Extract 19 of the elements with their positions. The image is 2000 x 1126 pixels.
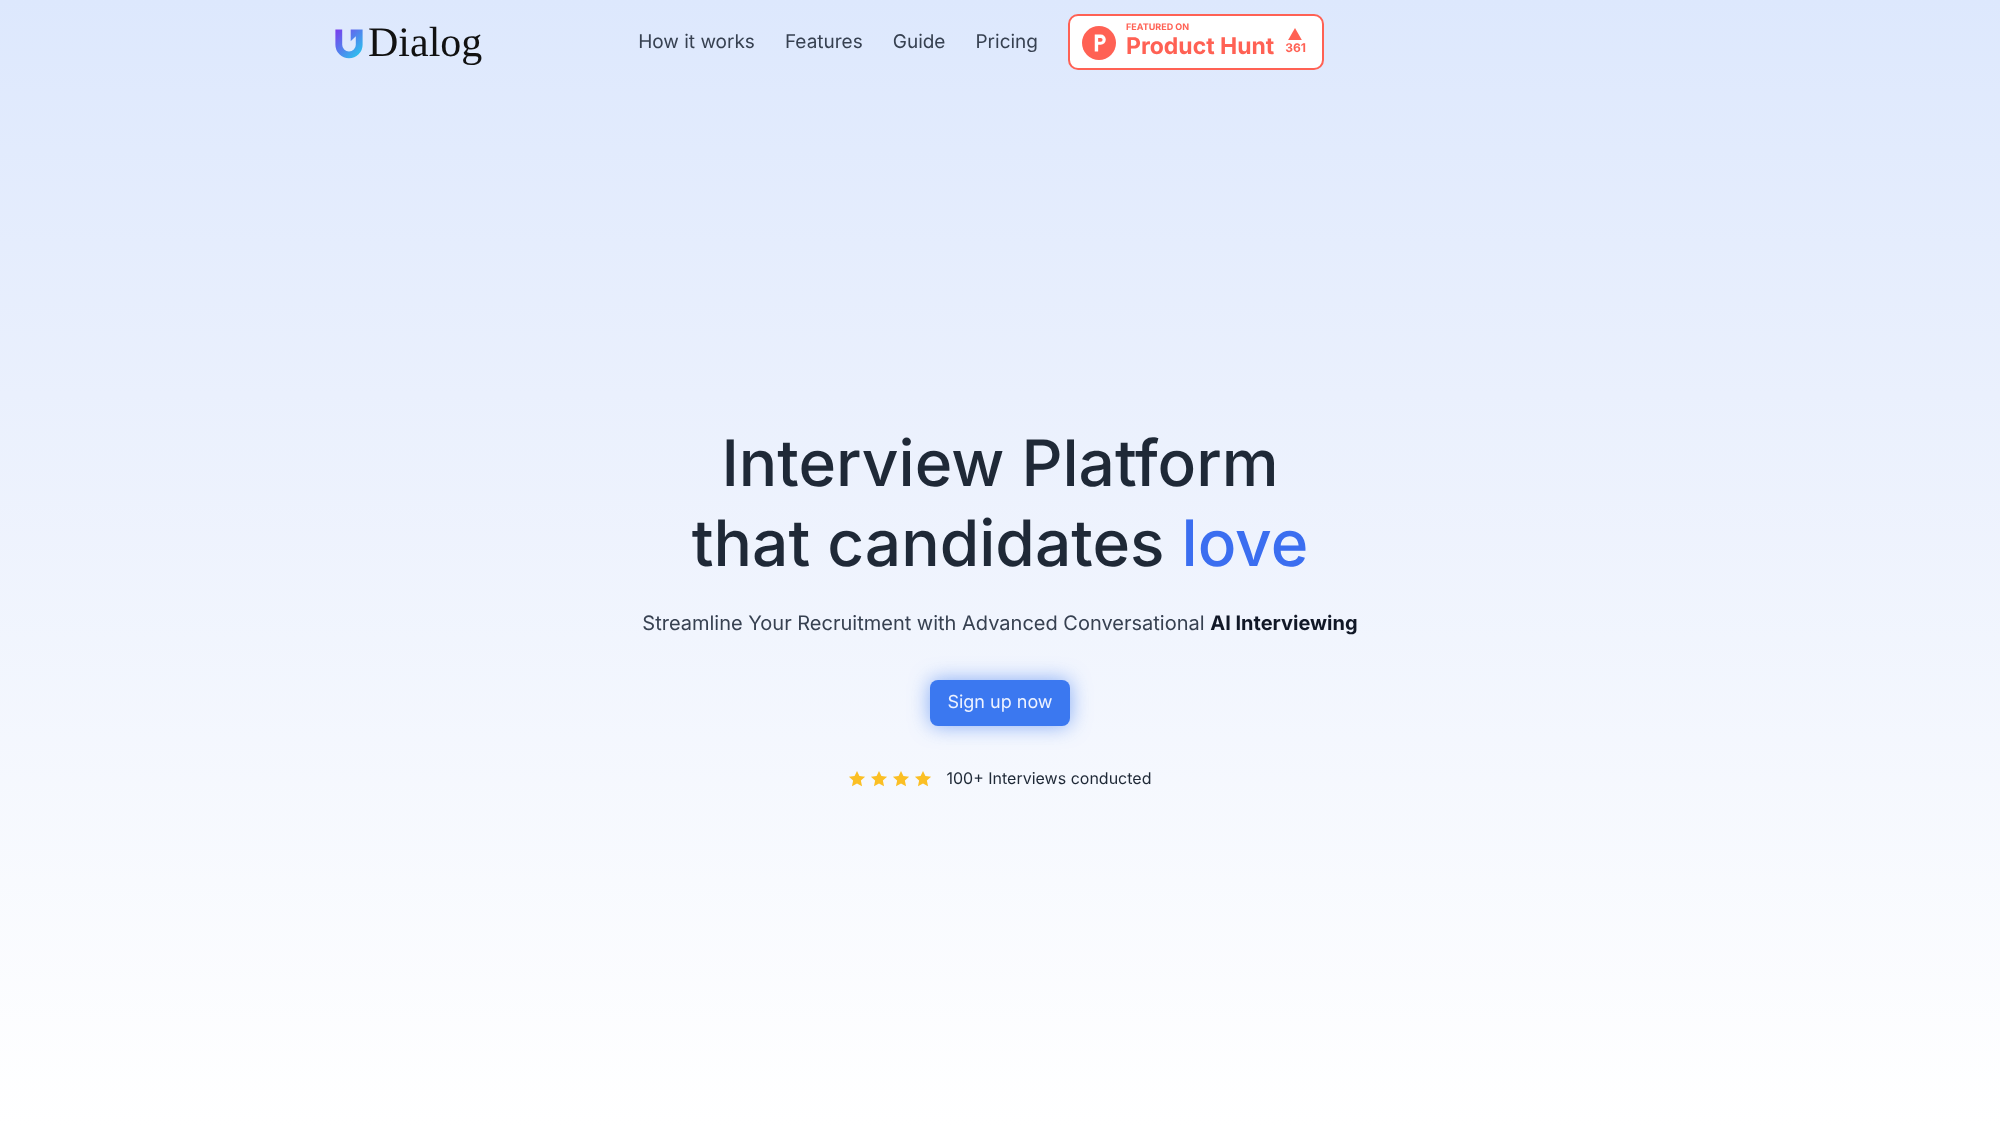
nav-link[interactable]: Features xyxy=(784,31,863,53)
nav-link[interactable]: Pricing xyxy=(975,31,1038,53)
star-icon xyxy=(848,769,867,787)
star-icon xyxy=(870,769,889,787)
headline-accent: love xyxy=(1181,504,1309,582)
p-logo-icon xyxy=(1082,25,1116,59)
upvote-icon xyxy=(1288,28,1303,40)
nav-link[interactable]: How it works xyxy=(638,31,755,53)
nav-link[interactable]: Guide xyxy=(892,31,946,53)
rating-text: 100+ Interviews conducted xyxy=(946,768,1152,788)
star-icon xyxy=(914,769,933,787)
brand-name[interactable]: Dialog xyxy=(368,17,483,67)
star-icon xyxy=(892,769,911,787)
headline: Interview Platform xyxy=(721,424,1279,504)
headline: that candidates xyxy=(691,504,1165,582)
sign-up-button[interactable]: Sign up now xyxy=(929,680,1071,726)
badge-title: Product Hunt xyxy=(1126,34,1276,60)
logo-icon xyxy=(332,25,366,59)
subtitle: Streamline Your Recruitment with Advanced Conversational AI Interviewing xyxy=(642,612,1358,636)
